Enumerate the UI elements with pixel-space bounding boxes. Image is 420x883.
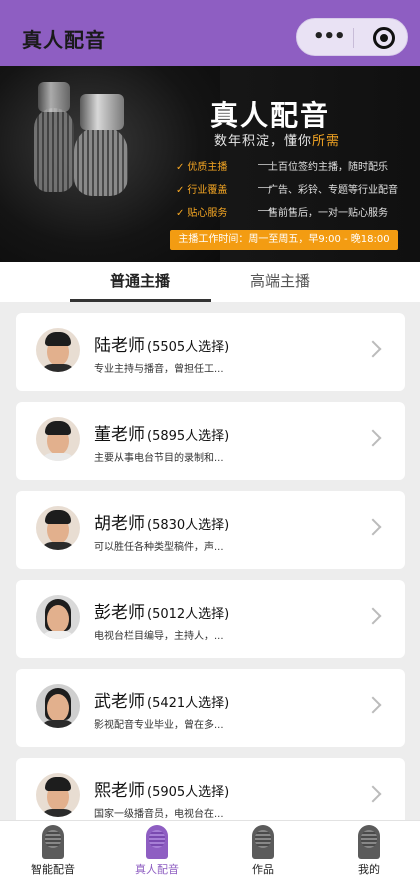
avatar	[36, 773, 80, 817]
feature-item: ✓ 行业覆盖 广告、彩铃、专题等行业配音	[176, 181, 398, 196]
anchor-name-text: 陆老师	[94, 336, 145, 356]
active-tab-indicator	[70, 299, 211, 302]
anchor-name-text: 胡老师	[94, 514, 145, 534]
nav-works[interactable]: 作品	[228, 825, 298, 877]
anchor-desc: 电视台栏目编导，主持人，...	[94, 631, 224, 642]
bottom-nav: 智能配音 真人配音 作品 我的	[0, 820, 420, 883]
microphone-icon	[42, 825, 64, 859]
anchor-count: (5905人选择)	[147, 785, 230, 800]
nav-label: 智能配音	[31, 863, 75, 876]
anchor-name-text: 武老师	[94, 692, 145, 712]
anchor-desc: 可以胜任各种类型稿件，声...	[94, 542, 224, 553]
banner-subtitle: 数年积淀，懂你所需	[214, 130, 340, 149]
chevron-right-icon	[364, 785, 382, 803]
working-hours: 主播工作时间：周一至周五，早9:00 - 晚18:00	[170, 230, 398, 250]
anchor-card[interactable]: 陆老师 (5505人选择) 专业主持与播音，曾担任工...	[16, 313, 405, 391]
anchor-desc: 主要从事电台节目的录制和...	[94, 453, 224, 464]
avatar	[36, 684, 80, 728]
anchor-count: (5830人选择)	[147, 518, 230, 533]
microphone-image	[34, 108, 74, 192]
banner-title: 真人配音	[210, 99, 331, 132]
feature-desc: 售前售后，一对一贴心服务	[268, 208, 388, 219]
anchor-name-text: 熙老师	[94, 781, 145, 801]
capsule-divider	[353, 28, 354, 48]
anchor-card[interactable]: 武老师 (5421人选择) 影视配音专业毕业，曾在多...	[16, 669, 405, 747]
chevron-right-icon	[364, 340, 382, 358]
anchor-name: 彭老师 (5012人选择)	[94, 598, 229, 623]
anchor-count: (5421人选择)	[147, 696, 230, 711]
page-title: 真人配音	[22, 28, 106, 52]
check-icon: ✓	[176, 185, 185, 196]
feature-desc: 上百位签约主播，随时配乐	[268, 162, 388, 173]
microphone-image	[74, 126, 128, 196]
close-target-icon[interactable]	[373, 27, 395, 49]
nav-label: 我的	[358, 863, 380, 876]
top-bar: 真人配音 •••	[0, 0, 420, 66]
nav-label: 作品	[252, 863, 274, 876]
feature-label: 贴心服务	[187, 208, 228, 219]
anchor-desc: 影视配音专业毕业，曾在多...	[94, 720, 224, 731]
anchor-desc: 国家一级播音员，电视台在...	[94, 809, 224, 820]
feature-desc: 广告、彩铃、专题等行业配音	[268, 185, 398, 196]
check-icon: ✓	[176, 208, 185, 219]
nav-mine[interactable]: 我的	[334, 825, 404, 877]
tab-normal-anchor[interactable]: 普通主播	[110, 270, 170, 291]
chevron-right-icon	[364, 518, 382, 536]
check-icon: ✓	[176, 162, 185, 173]
feature-label: 行业覆盖	[187, 185, 228, 196]
microphone-icon	[252, 825, 274, 859]
nav-human-dubbing[interactable]: 真人配音	[122, 825, 192, 877]
tab-premium-anchor[interactable]: 高端主播	[250, 270, 310, 291]
promo-banner[interactable]: 真人配音 数年积淀，懂你所需 ✓ 优质主播 上百位签约主播，随时配乐 ✓ 行业覆盖 …	[0, 66, 420, 262]
feature-item: ✓ 贴心服务 售前售后，一对一贴心服务	[176, 204, 388, 219]
microphone-body	[38, 82, 70, 112]
anchor-card[interactable]: 胡老师 (5830人选择) 可以胜任各种类型稿件，声...	[16, 491, 405, 569]
anchor-count: (5895人选择)	[147, 429, 230, 444]
microphone-body	[80, 94, 124, 130]
anchor-card[interactable]: 彭老师 (5012人选择) 电视台栏目编导，主持人，...	[16, 580, 405, 658]
avatar	[36, 595, 80, 639]
chevron-right-icon	[364, 607, 382, 625]
more-icon[interactable]: •••	[313, 28, 346, 46]
mini-program-capsule: •••	[296, 18, 408, 56]
chevron-right-icon	[364, 429, 382, 447]
anchor-tabs: 普通主播 高端主播	[0, 262, 420, 302]
anchor-name: 熙老师 (5905人选择)	[94, 776, 229, 801]
anchor-name-text: 董老师	[94, 425, 145, 445]
anchor-count: (5012人选择)	[147, 607, 230, 622]
microphone-icon	[358, 825, 380, 859]
anchor-name-text: 彭老师	[94, 603, 145, 623]
feature-label: 优质主播	[187, 162, 228, 173]
anchor-count: (5505人选择)	[147, 340, 230, 355]
anchor-desc: 专业主持与播音，曾担任工...	[94, 364, 224, 375]
feature-item: ✓ 优质主播 上百位签约主播，随时配乐	[176, 158, 388, 173]
nav-label: 真人配音	[135, 863, 179, 876]
avatar	[36, 328, 80, 372]
anchor-name: 武老师 (5421人选择)	[94, 687, 229, 712]
microphone-icon	[146, 825, 168, 859]
anchor-card[interactable]: 董老师 (5895人选择) 主要从事电台节目的录制和...	[16, 402, 405, 480]
nav-smart-dubbing[interactable]: 智能配音	[18, 825, 88, 877]
anchor-name: 胡老师 (5830人选择)	[94, 509, 229, 534]
chevron-right-icon	[364, 696, 382, 714]
avatar	[36, 417, 80, 461]
anchor-name: 董老师 (5895人选择)	[94, 420, 229, 445]
banner-subtitle-highlight: 所需	[312, 134, 341, 149]
anchor-name: 陆老师 (5505人选择)	[94, 331, 229, 356]
avatar	[36, 506, 80, 550]
banner-subtitle-text: 数年积淀，懂你	[214, 134, 313, 149]
